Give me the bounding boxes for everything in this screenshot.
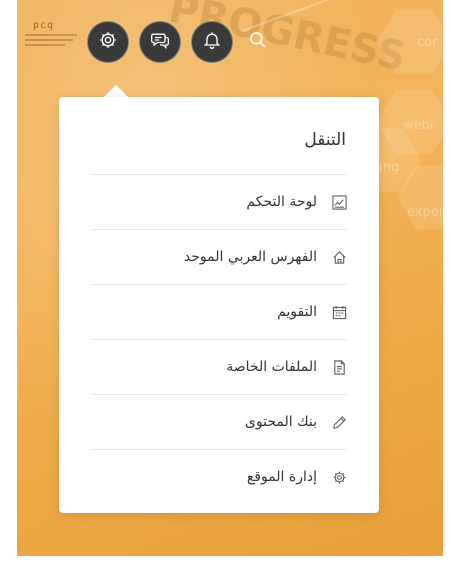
nav-item-label: لوحة التحكم [246, 194, 317, 210]
background-word-cor: cor [417, 35, 438, 50]
chat-icon [150, 30, 170, 54]
nav-item-label: الفهرس العربي الموحد [183, 249, 317, 265]
nav-item-content-bank[interactable]: بنك المحتوى [91, 394, 347, 449]
dashboard-icon [331, 194, 347, 210]
site-logo[interactable]: pcq [25, 20, 87, 64]
logo-tagline [25, 34, 87, 46]
nav-item-label: إدارة الموقع [246, 469, 317, 485]
nav-item-label: بنك المحتوى [244, 414, 317, 430]
search-icon [248, 30, 268, 54]
navigation-title: التنقل [304, 130, 346, 150]
nav-item-label: التقويم [277, 304, 317, 320]
messages-button[interactable] [139, 21, 181, 63]
background-word-webi: webi [403, 118, 434, 133]
gear-icon [331, 469, 347, 485]
logo-mark: pcq [33, 20, 55, 31]
nav-item-private-files[interactable]: الملفات الخاصة [91, 339, 347, 394]
file-icon [331, 359, 347, 375]
calendar-icon [331, 304, 347, 320]
pencil-icon [331, 414, 347, 430]
nav-item-label: الملفات الخاصة [226, 359, 317, 375]
nav-item-site-administration[interactable]: إدارة الموقع [91, 449, 347, 504]
notifications-button[interactable] [191, 21, 233, 63]
home-icon [331, 249, 347, 265]
search-button[interactable] [243, 27, 273, 57]
navigation-dropdown: التنقل لوحة التحكم الفهرس العربي الموحد … [59, 97, 379, 513]
settings-button[interactable] [87, 21, 129, 63]
nav-item-arabic-catalog[interactable]: الفهرس العربي الموحد [91, 229, 347, 284]
top-icon-bar [87, 20, 273, 64]
nav-item-dashboard[interactable]: لوحة التحكم [91, 174, 347, 229]
background-word-experi: experi [407, 205, 443, 220]
bell-icon [202, 30, 222, 54]
app-background: PROGRESS cor webi ang experi pcq [17, 0, 443, 556]
navigation-menu: لوحة التحكم الفهرس العربي الموحد التقويم… [91, 174, 347, 504]
nav-item-calendar[interactable]: التقويم [91, 284, 347, 339]
gear-icon [98, 30, 118, 54]
